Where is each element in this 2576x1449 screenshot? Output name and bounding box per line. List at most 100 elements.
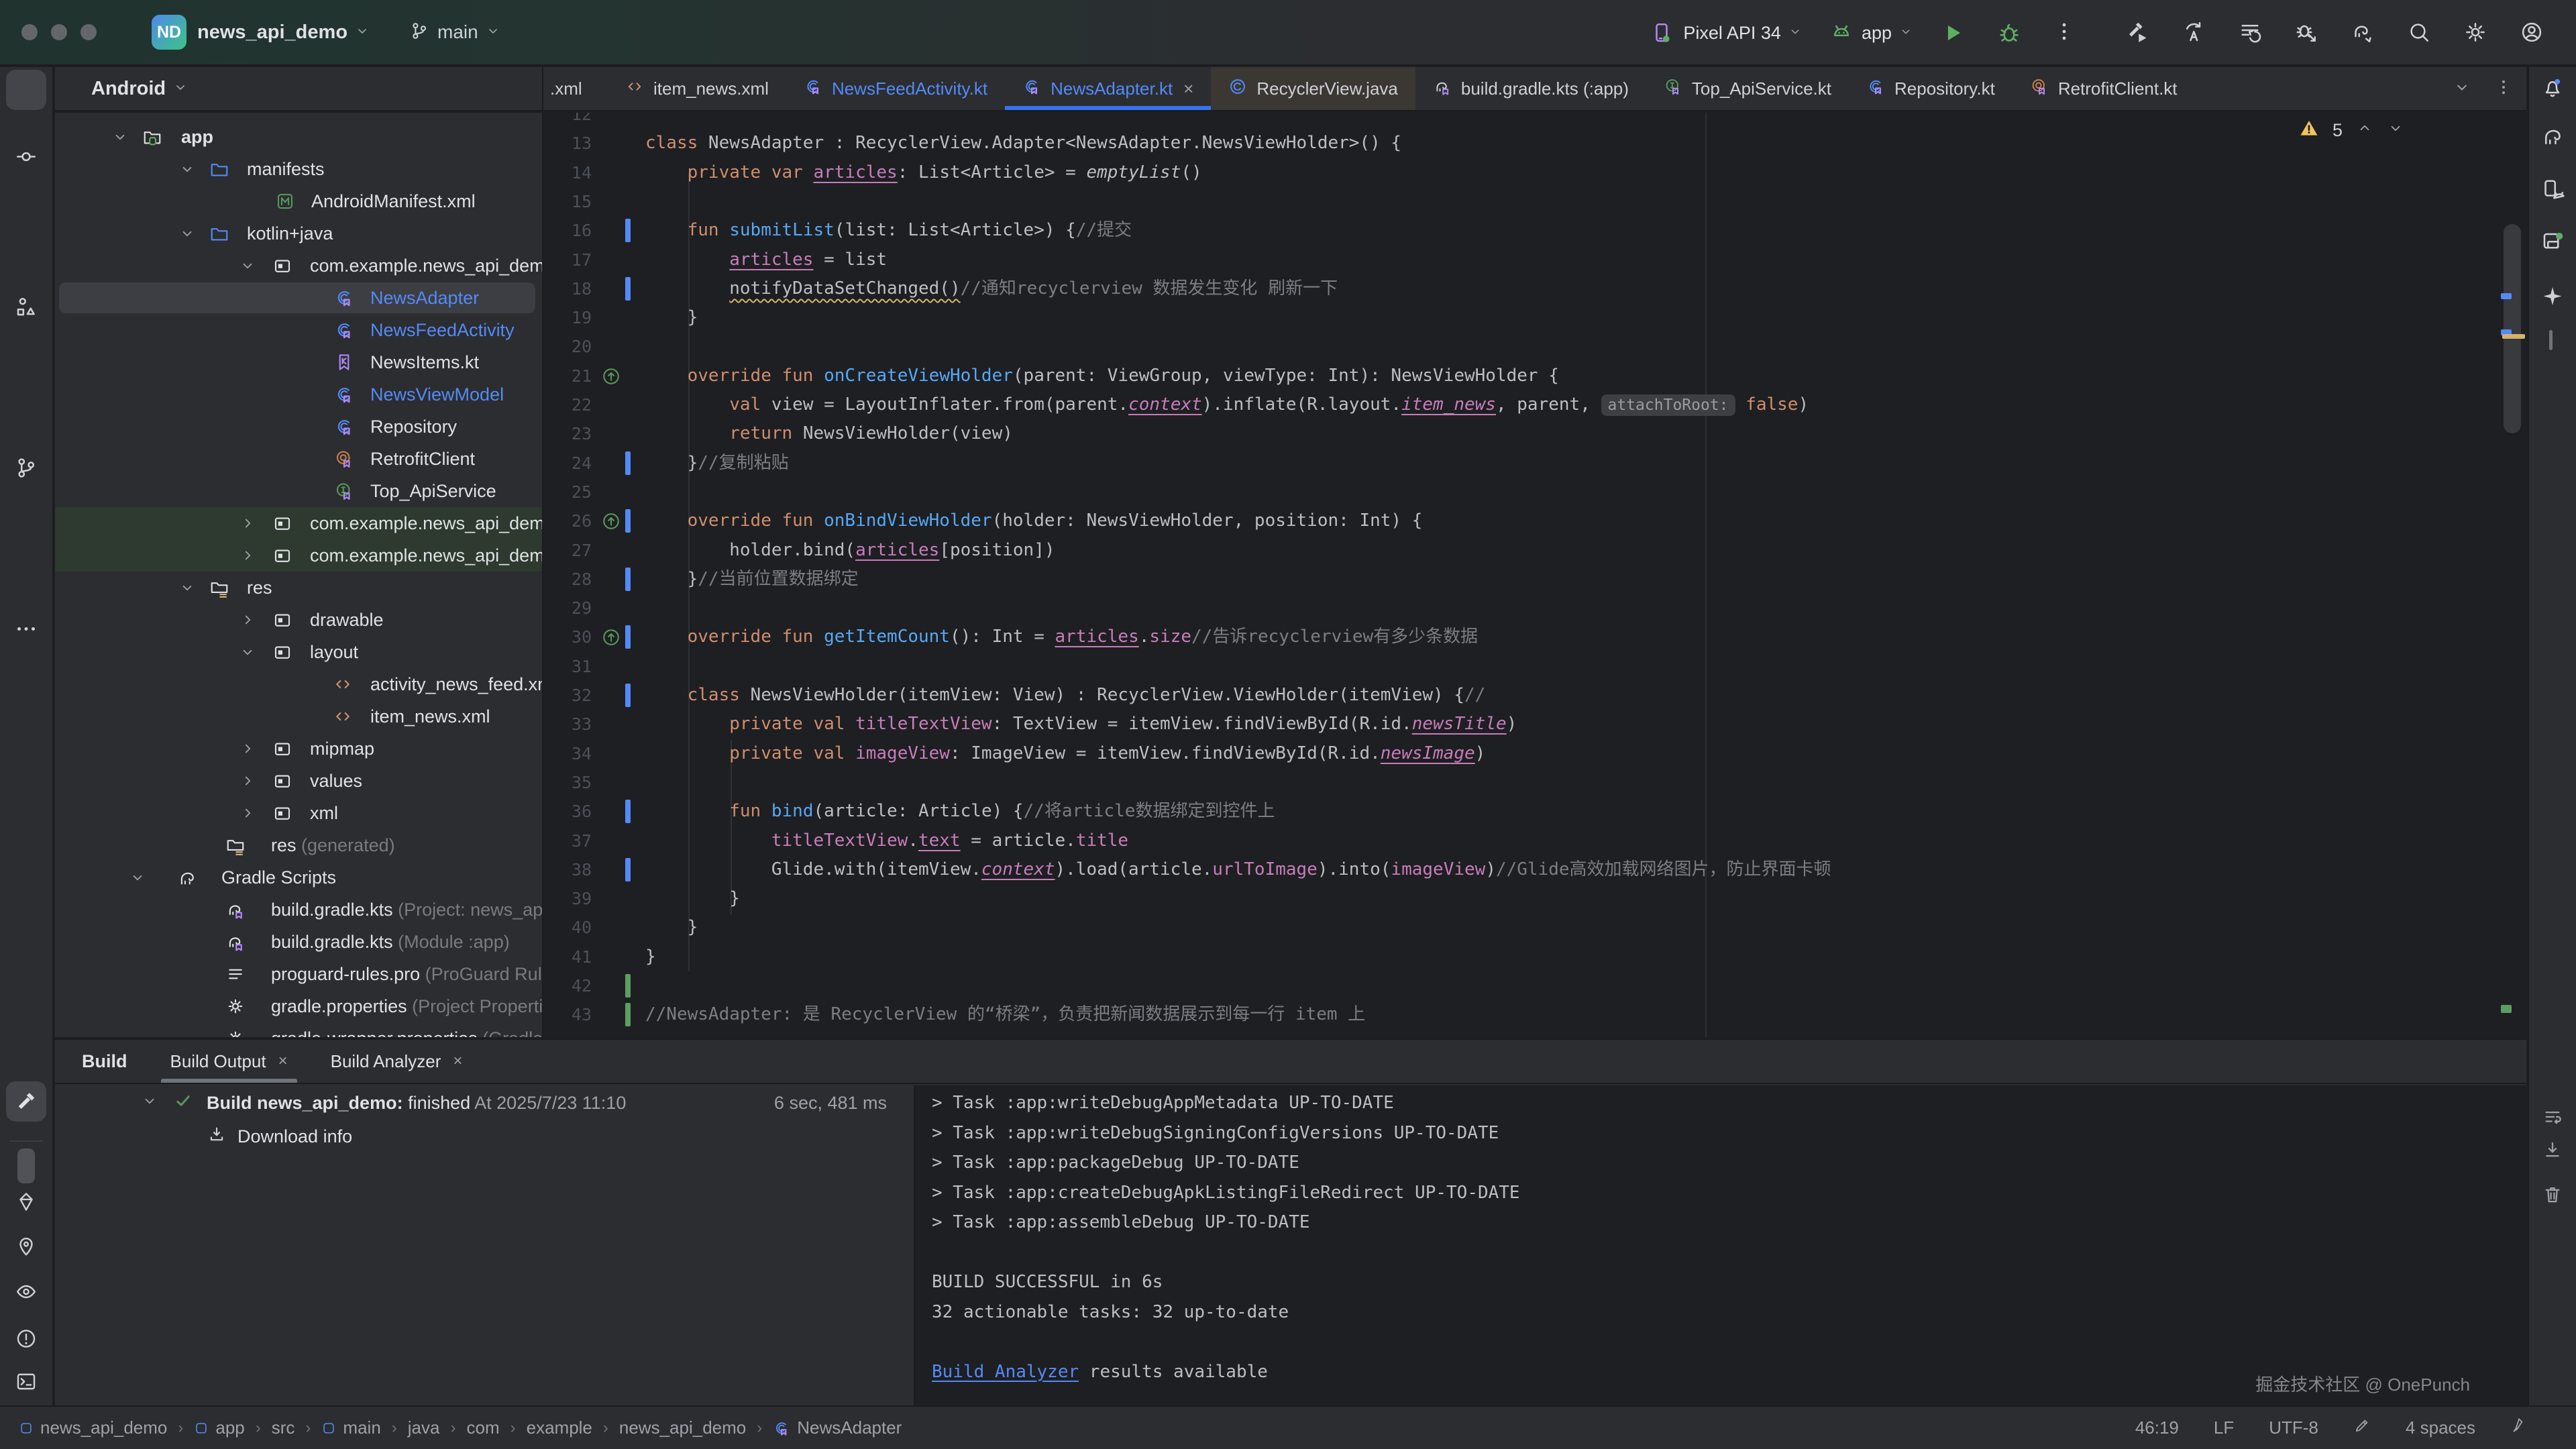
vcs-tool-button[interactable] (14, 456, 38, 484)
project-tool-window-header[interactable]: Android (55, 67, 543, 110)
tree-row-activity_news_feed.xml[interactable]: activity_news_feed.xml (55, 668, 542, 700)
editor-tab-RetrofitClient.kt[interactable]: RetrofitClient.kt (2012, 67, 2195, 110)
tree-row-Repository[interactable]: Repository (55, 411, 542, 443)
chevron-down-icon[interactable] (2387, 119, 2404, 142)
running-devices-tool-button[interactable] (2540, 178, 2565, 205)
code-line-24[interactable]: 24 }//复制粘贴 (545, 449, 2526, 478)
tree-row-res[interactable]: res (generated) (55, 829, 542, 861)
code-line-40[interactable]: 40 } (545, 913, 2526, 942)
build-tool-button[interactable] (6, 1081, 46, 1122)
avatar-button[interactable] (2520, 20, 2545, 46)
soft-wrap-button[interactable] (2542, 1107, 2563, 1132)
close-icon[interactable]: × (453, 1052, 462, 1071)
editor-tab-RecyclerView.java[interactable]: RecyclerView.java (1211, 67, 1415, 110)
sync-a-button[interactable] (2182, 20, 2207, 46)
encoding[interactable]: UTF-8 (2269, 1417, 2318, 1438)
run-button[interactable] (1940, 20, 1966, 46)
bug-attach-button[interactable] (2294, 20, 2320, 46)
code-line-39[interactable]: 39 } (545, 884, 2526, 913)
run-configuration[interactable]: app (1829, 21, 1913, 45)
code-line-20[interactable]: 20 (545, 332, 2526, 361)
gemini-tool-button[interactable] (2540, 284, 2565, 312)
tree-row-Top_ApiService[interactable]: Top_ApiService (55, 475, 542, 507)
editor-scrollbar[interactable] (2504, 224, 2521, 433)
tree-row-build.gradle.kts[interactable]: build.gradle.kts (Project: news_api_demo… (55, 894, 542, 926)
inspection-widget[interactable]: 5 (2299, 118, 2404, 143)
code-line-14[interactable]: 14 private var articles: List<Article> =… (545, 158, 2526, 187)
tree-row-gradle.properties[interactable]: gradle.properties (Project Properties) (55, 990, 542, 1022)
tree-row-values[interactable]: values (55, 765, 542, 797)
code-line-27[interactable]: 27 holder.bind(articles[position]) (545, 536, 2526, 565)
branch-widget[interactable]: main (409, 21, 501, 44)
tree-row-com.example.news_api_demo[interactable]: com.example.news_api_demo (androidTest) (55, 507, 542, 539)
tab-options-button[interactable] (2494, 78, 2513, 100)
build-list-icon[interactable] (2238, 20, 2262, 44)
code-line-30[interactable]: 30 override fun getItemCount(): Int = ar… (545, 623, 2526, 651)
tree-row-mipmap[interactable]: mipmap (55, 733, 542, 765)
pen-nib-icon[interactable] (2510, 1417, 2528, 1439)
tree-row-NewsItems.kt[interactable]: NewsItems.kt (55, 346, 542, 378)
editor-tab-Top_ApiService.kt[interactable]: Top_ApiService.kt (1646, 67, 1849, 110)
code-line-18[interactable]: 18 notifyDataSetChanged()//通知recyclervie… (545, 274, 2526, 303)
hammer-run-button[interactable] (2125, 20, 2151, 46)
maximize-window-icon[interactable] (80, 24, 97, 40)
breadcrumb-NewsAdapter[interactable]: NewsAdapter (773, 1417, 902, 1438)
breadcrumb-news_api_demo[interactable]: news_api_demo (19, 1417, 167, 1438)
override-gutter-icon[interactable] (601, 627, 621, 647)
tree-row-RetrofitClient[interactable]: RetrofitClient (55, 443, 542, 475)
build-console[interactable]: > Task :app:writeDebugAppMetadata UP-TO-… (914, 1085, 2526, 1405)
breadcrumb-com[interactable]: com (466, 1417, 499, 1438)
tree-row-com.example.news_api_demo[interactable]: com.example.news_api_demo (test) (55, 539, 542, 572)
bug-attach-icon[interactable] (2294, 20, 2318, 44)
code-line-12[interactable]: 12 (545, 113, 2526, 129)
notifications-button[interactable] (2540, 76, 2565, 103)
problems-tool-button[interactable] (15, 1328, 38, 1354)
close-icon[interactable]: × (278, 1052, 288, 1071)
search-button[interactable] (2407, 20, 2432, 46)
editor-tab-NewsFeedActivity.kt[interactable]: NewsFeedActivity.kt (786, 67, 1005, 110)
device-selector[interactable]: Pixel API 34 (1650, 21, 1803, 45)
debug-icon[interactable] (1996, 20, 2022, 46)
chevron-up-icon[interactable] (2356, 119, 2373, 142)
indent-setting[interactable]: 4 spaces (2406, 1417, 2475, 1438)
more-run-options[interactable] (2053, 20, 2078, 46)
tree-row-Gradle_Scripts[interactable]: Gradle Scripts (55, 861, 542, 894)
tree-row-layout[interactable]: layout (55, 636, 542, 668)
breadcrumb-example[interactable]: example (527, 1417, 592, 1438)
editor-tab-.xml[interactable]: .xml (543, 67, 608, 110)
sync-a-icon[interactable] (2182, 20, 2206, 44)
tree-row-AndroidManifest.xml[interactable]: AndroidManifest.xml (55, 185, 542, 217)
settings-button[interactable] (2463, 20, 2489, 46)
gradle-sync-icon[interactable] (2351, 20, 2375, 44)
code-line-29[interactable]: 29 (545, 594, 2526, 623)
code-line-42[interactable]: 42 (545, 971, 2526, 1000)
editor-tab-NewsAdapter.kt[interactable]: NewsAdapter.kt× (1005, 67, 1211, 110)
hammer-run-icon[interactable] (2125, 20, 2149, 44)
stripe-handle[interactable] (17, 1148, 35, 1183)
terminal-tool-button[interactable] (15, 1371, 38, 1397)
close-icon[interactable]: × (1183, 78, 1193, 99)
structure-tool-button[interactable] (14, 295, 38, 323)
breadcrumb-news_api_demo[interactable]: news_api_demo (619, 1417, 746, 1438)
code-line-37[interactable]: 37 titleTextView.text = article.title (545, 826, 2526, 855)
override-gutter-icon[interactable] (601, 366, 621, 386)
caret-position[interactable]: 46:19 (2135, 1417, 2179, 1438)
tree-row-proguard_rules.pro[interactable]: proguard-rules.pro (ProGuard Rules for "… (55, 958, 542, 990)
line-ending[interactable]: LF (2214, 1417, 2234, 1438)
change-mark[interactable] (2501, 293, 2512, 299)
avatar-icon[interactable] (2520, 20, 2544, 44)
gradle-sync-button[interactable] (2351, 20, 2376, 46)
code-editor[interactable]: 1213class NewsAdapter : RecyclerView.Ada… (545, 113, 2526, 1037)
tab-build-analyzer[interactable]: Build Analyzer× (331, 1040, 463, 1083)
tree-row-manifests[interactable]: manifests (55, 153, 542, 185)
tree-row-xml[interactable]: xml (55, 797, 542, 829)
commit-tool-button[interactable] (14, 145, 38, 172)
warning-mark[interactable] (2502, 334, 2525, 339)
build-status-text[interactable]: Build news_api_demo: finished At 2025/7/… (207, 1093, 626, 1114)
device-manager-tool-button[interactable] (2540, 229, 2565, 257)
tree-row-item_news.xml[interactable]: item_news.xml (55, 700, 542, 733)
code-line-35[interactable]: 35 (545, 768, 2526, 797)
close-window-icon[interactable] (21, 24, 38, 40)
added-mark[interactable] (2501, 1005, 2512, 1013)
tree-row-NewsAdapter[interactable]: NewsAdapter (55, 282, 542, 314)
